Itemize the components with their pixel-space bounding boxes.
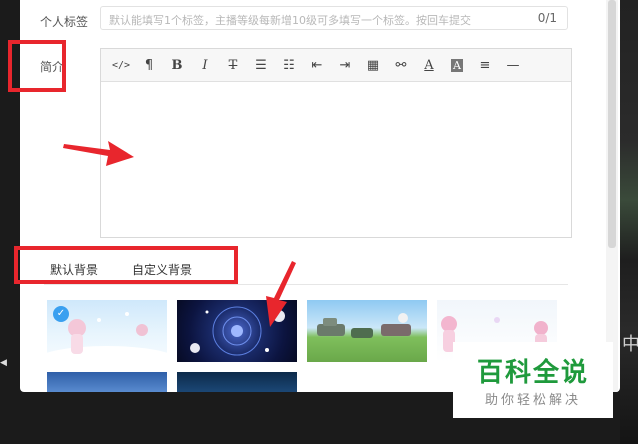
background-thumb-night[interactable] <box>177 372 297 392</box>
tag-input[interactable]: 默认能填写1个标签，主播等级每新增10级可多填写一个标签。按回车提交 0/1 <box>100 6 568 30</box>
annotation-box-intro <box>8 40 66 92</box>
table-icon[interactable]: ▦ <box>359 53 387 77</box>
tag-input-placeholder: 默认能填写1个标签，主播等级每新增10级可多填写一个标签。按回车提交 <box>109 14 471 27</box>
background-color-icon[interactable]: A <box>443 53 471 77</box>
watermark-title: 百科全说 <box>476 358 589 388</box>
editor-toolbar: </> ¶ B I T ☰ ☷ ⇤ ⇥ ▦ ⚯ A A ≡ — <box>101 49 571 82</box>
background-thumb-snow[interactable]: ✓ <box>47 300 167 362</box>
horizontal-rule-icon[interactable]: — <box>499 53 527 77</box>
watermark-subtitle: 助你轻松解决 <box>484 393 581 408</box>
backdrop-right: 中 <box>620 0 638 444</box>
left-arrow-icon[interactable]: ◀ <box>0 358 7 368</box>
link-icon[interactable]: ⚯ <box>387 53 415 77</box>
italic-icon[interactable]: I <box>191 53 219 77</box>
galaxy-art <box>190 306 285 356</box>
background-thumb-tanks[interactable] <box>307 300 427 362</box>
background-thumb-galaxy[interactable] <box>177 300 297 362</box>
backdrop-glyph: 中 <box>622 334 638 355</box>
bold-icon[interactable]: B <box>163 53 191 77</box>
scrollbar-thumb[interactable] <box>608 0 616 248</box>
code-icon[interactable]: </> <box>107 53 135 77</box>
tag-count: 0/1 <box>537 11 557 25</box>
selected-check-icon: ✓ <box>53 306 69 322</box>
tanks-art <box>317 313 411 338</box>
outdent-icon[interactable]: ⇤ <box>303 53 331 77</box>
align-icon[interactable]: ≡ <box>471 53 499 77</box>
indent-icon[interactable]: ⇥ <box>331 53 359 77</box>
font-color-icon[interactable]: A <box>415 53 443 77</box>
editor-content-area[interactable] <box>101 82 571 237</box>
numbered-list-icon[interactable]: ☷ <box>275 53 303 77</box>
paragraph-icon[interactable]: ¶ <box>135 53 163 77</box>
strikethrough-icon[interactable]: T <box>219 53 247 77</box>
modal-scrollbar[interactable] <box>606 0 618 392</box>
annotation-box-tabs <box>14 246 238 284</box>
rich-text-editor: </> ¶ B I T ☰ ☷ ⇤ ⇥ ▦ ⚯ A A ≡ — <box>100 48 572 238</box>
tag-label: 个人标签 <box>40 15 89 29</box>
watermark-logo: 百科全说 助你轻松解决 <box>453 342 613 418</box>
background-color-glyph: A <box>451 58 463 72</box>
background-thumb-mountain[interactable] <box>47 372 167 392</box>
bullet-list-icon[interactable]: ☰ <box>247 53 275 77</box>
profile-modal: 个人标签 默认能填写1个标签，主播等级每新增10级可多填写一个标签。按回车提交 … <box>20 0 620 392</box>
